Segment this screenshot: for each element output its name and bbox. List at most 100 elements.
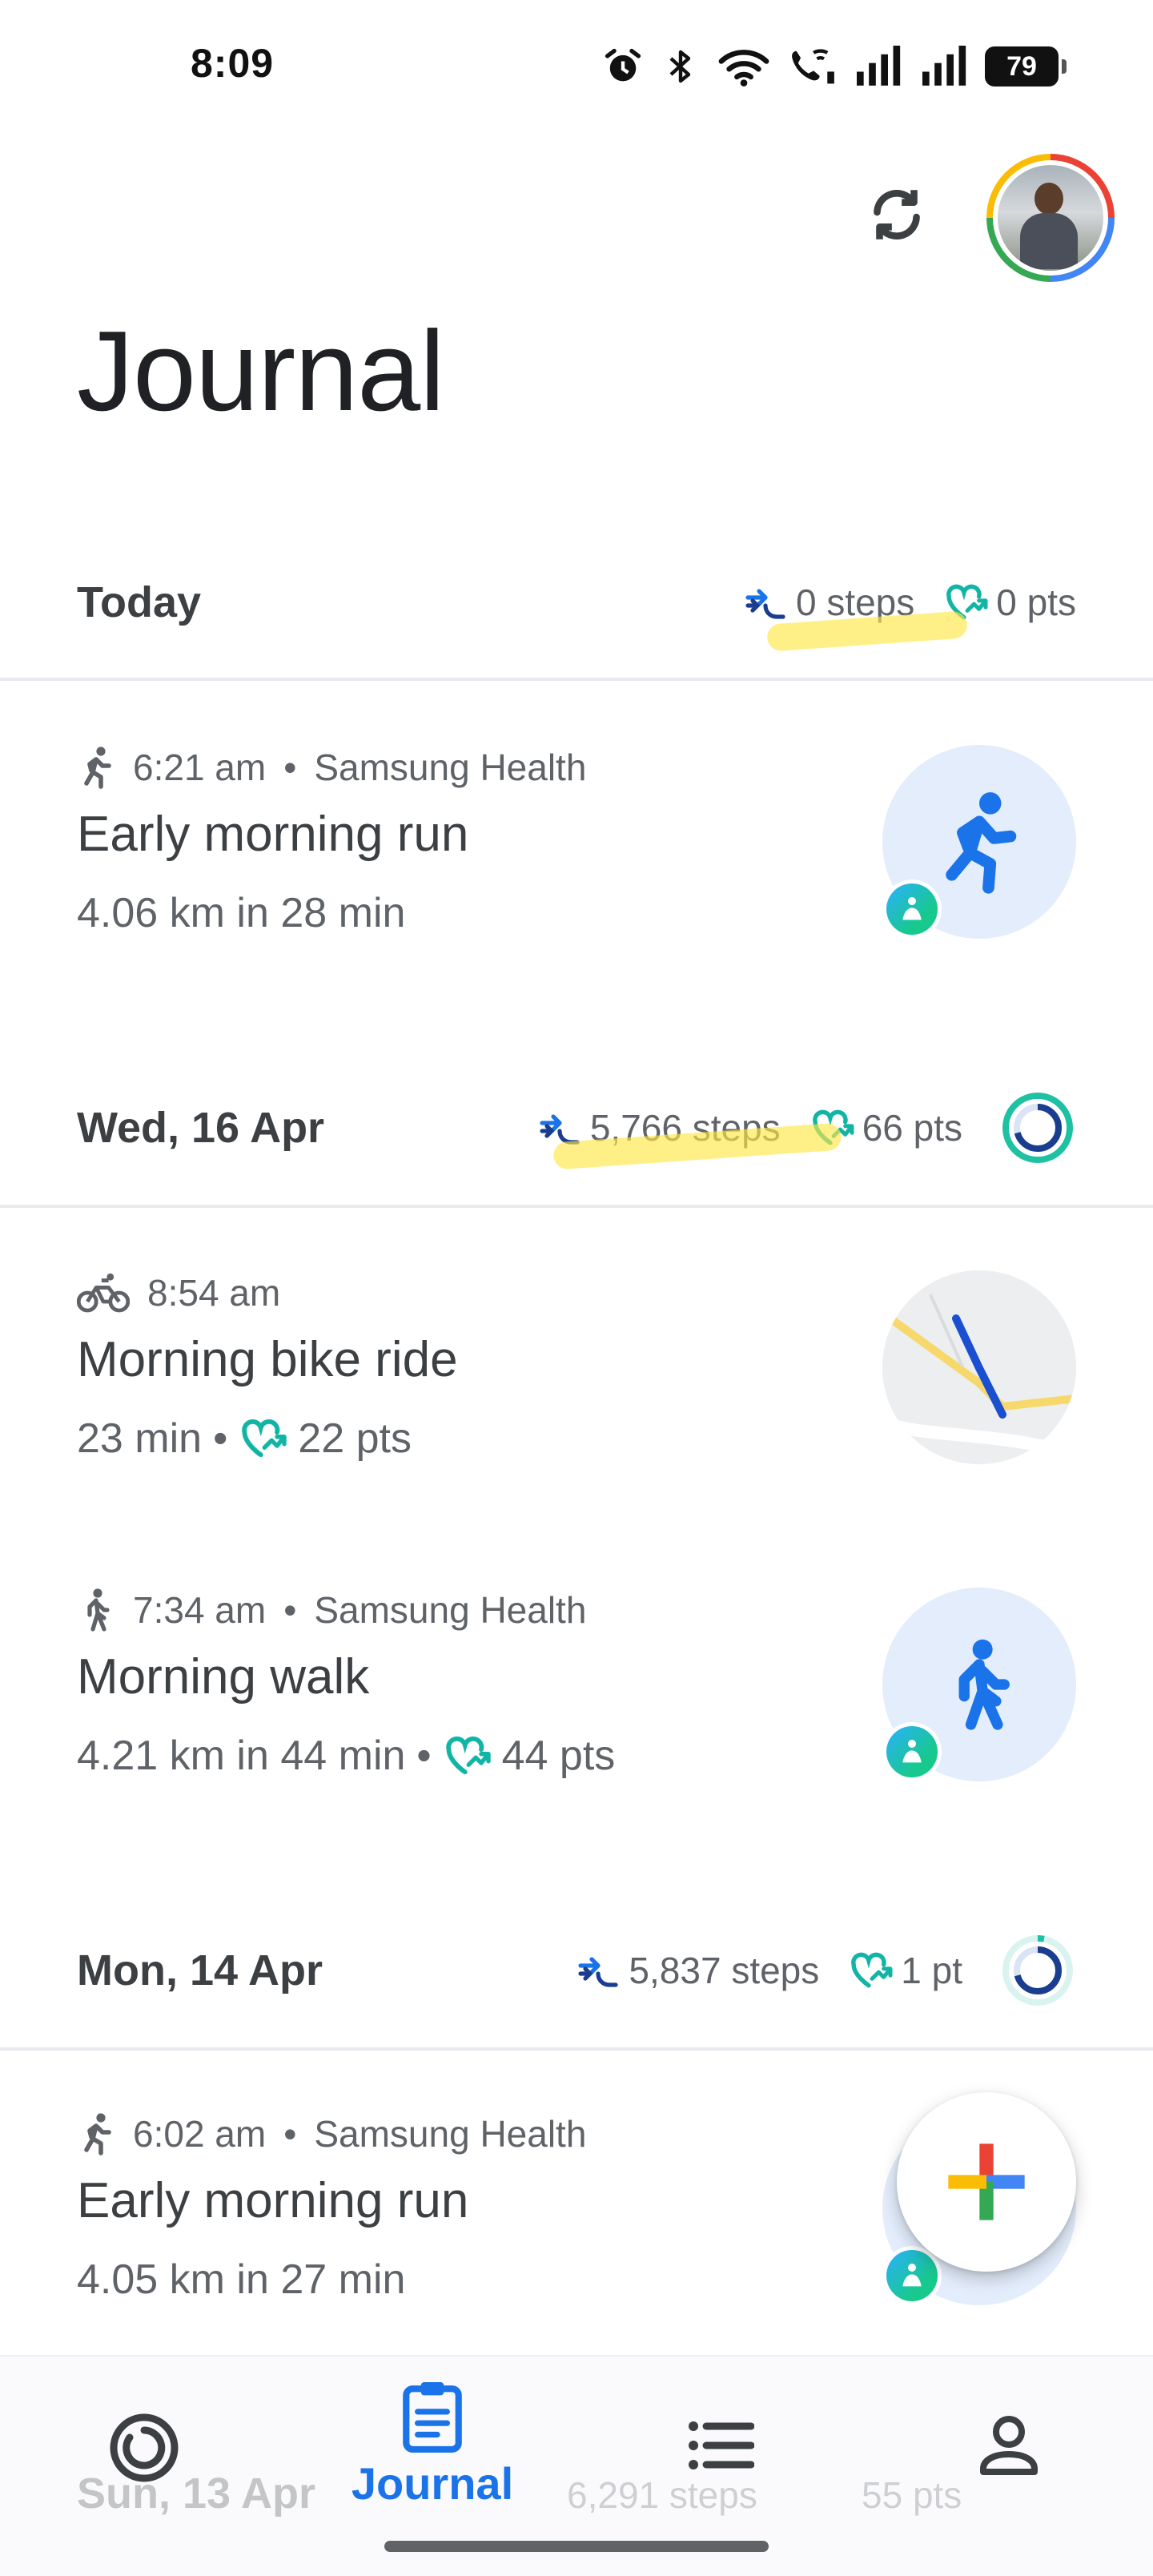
day-stats: 5,837 steps 1 pt: [576, 1932, 1076, 2009]
sync-button[interactable]: [857, 175, 937, 255]
run-icon: [84, 2113, 111, 2155]
status-time: 8:09: [191, 41, 275, 86]
activity-item-morning-walk[interactable]: 7:34 am • Samsung Health Morning walk 4.…: [0, 1588, 1153, 1892]
activity-detail: 23 min • 22 pts: [77, 1415, 412, 1463]
activity-thumbnail: [882, 1588, 1076, 1781]
activity-meta: 8:54 am: [77, 1270, 280, 1315]
gesture-home-bar[interactable]: [384, 2541, 769, 2552]
battery-indicator: 79: [985, 46, 1067, 87]
points-count: 0 pts: [996, 582, 1076, 623]
day-header-mon-14-apr: Mon, 14 Apr 5,837 steps 1 pt: [0, 1906, 1153, 2035]
activity-detail: 4.05 km in 27 min: [77, 2256, 405, 2304]
separator: •: [283, 747, 297, 788]
sync-icon: [874, 190, 920, 239]
activity-time: 8:54 am: [147, 1272, 281, 1314]
divider: [0, 2047, 1153, 2051]
steps-icon: [578, 1957, 619, 1987]
nav-browse[interactable]: [609, 2381, 833, 2533]
wifi-icon: [718, 50, 769, 87]
person-icon: [980, 2416, 1038, 2475]
home-ring-icon: [110, 2413, 179, 2482]
day-label: Wed, 16 Apr: [77, 1104, 325, 1152]
day-header-today: Today 0 steps 0 pts: [0, 538, 1153, 666]
heart-points-icon: [851, 1952, 893, 1988]
day-stats: 5,766 steps 66 pts: [537, 1089, 1076, 1170]
points-count: 1 pt: [901, 1950, 962, 1991]
activity-title: Early morning run: [77, 2173, 469, 2228]
day-stats: 0 steps 0 pts: [743, 581, 1076, 652]
activity-time: 6:02 am: [133, 2113, 267, 2155]
nav-journal[interactable]: Journal: [320, 2381, 544, 2533]
steps-stat: 5,837 steps: [576, 1949, 819, 1992]
status-icons: 79: [602, 40, 1067, 93]
nav-home[interactable]: [32, 2381, 256, 2533]
walk-icon: [87, 1588, 110, 1632]
run-icon: [946, 792, 1017, 894]
signal-icon-2: [922, 46, 966, 86]
profile-avatar[interactable]: [986, 154, 1115, 282]
heart-points-icon: [242, 1419, 287, 1458]
samsung-health-badge: [882, 879, 942, 939]
activity-source: Samsung Health: [314, 2113, 587, 2155]
run-icon: [84, 747, 111, 789]
activity-meta: 7:34 am • Samsung Health: [77, 1588, 586, 1632]
divider: [0, 1205, 1153, 1208]
samsung-health-icon: [902, 2264, 922, 2287]
bike-icon: [77, 1273, 130, 1313]
wifi-calling-icon: [792, 49, 834, 84]
activity-detail-text: 4.05 km in 27 min: [77, 2256, 406, 2303]
activity-detail-text: 4.06 km in 28 min: [77, 890, 406, 936]
points-stat: 1 pt: [848, 1949, 962, 1992]
goal-ring: [1002, 1935, 1073, 2006]
samsung-health-icon: [902, 1740, 922, 1763]
samsung-health-badge: [882, 2246, 942, 2305]
activity-duration: 23 min: [77, 1415, 203, 1462]
journal-icon: [403, 2382, 462, 2453]
nav-profile[interactable]: [897, 2381, 1121, 2533]
signal-icon-1: [857, 46, 901, 86]
plus-icon: [948, 2143, 1025, 2220]
steps-count: 5,837 steps: [629, 1950, 820, 1991]
activity-meta: 6:21 am • Samsung Health: [77, 745, 586, 790]
separator: •: [213, 1415, 228, 1462]
activity-time: 7:34 am: [133, 1589, 267, 1631]
activity-title: Early morning run: [77, 807, 469, 862]
route-map-thumbnail: [882, 1270, 1076, 1464]
activity-meta: 6:02 am • Samsung Health: [77, 2111, 586, 2156]
day-header-wed-16-apr: Wed, 16 Apr 5,766 steps 66 pts: [0, 1064, 1153, 1192]
samsung-health-icon: [902, 897, 922, 920]
points-count: 66 pts: [862, 1107, 962, 1149]
activity-points: 44 pts: [501, 1733, 616, 1779]
samsung-health-badge: [882, 1722, 942, 1781]
activity-item-early-morning-run[interactable]: 6:21 am • Samsung Health Early morning r…: [0, 745, 1153, 1049]
divider: [0, 678, 1153, 681]
activity-time: 6:21 am: [133, 747, 267, 788]
steps-icon: [745, 589, 785, 619]
activity-detail-text: 4.21 km in 44 min: [77, 1733, 406, 1779]
day-label: Mon, 14 Apr: [77, 1946, 323, 1994]
activity-source: Samsung Health: [314, 747, 587, 788]
activity-points: 22 pts: [298, 1415, 412, 1462]
activity-title: Morning bike ride: [77, 1332, 458, 1387]
heart-points-icon: [445, 1736, 491, 1775]
route-map: [882, 1270, 1076, 1464]
separator: •: [283, 2113, 297, 2155]
bluetooth-icon: [669, 50, 691, 83]
activity-source: Samsung Health: [314, 1589, 587, 1631]
separator: •: [416, 1733, 432, 1779]
walk-icon: [958, 1639, 1010, 1730]
activity-title: Morning walk: [77, 1649, 370, 1705]
nav-journal-label: Journal: [351, 2458, 514, 2509]
separator: •: [283, 1589, 297, 1631]
day-label: Today: [77, 578, 202, 626]
list-icon: [689, 2421, 754, 2469]
add-activity-button[interactable]: [897, 2092, 1076, 2272]
activity-detail: 4.21 km in 44 min • 44 pts: [77, 1732, 615, 1780]
avatar-frame: [993, 160, 1108, 276]
activity-detail: 4.06 km in 28 min: [77, 889, 405, 937]
activity-item-morning-bike-ride[interactable]: 8:54 am Morning bike ride 23 min • 22 pt…: [0, 1270, 1153, 1575]
battery-level: 79: [1006, 50, 1037, 82]
avatar-photo: [998, 165, 1103, 271]
goal-ring: [1002, 1093, 1073, 1163]
activity-thumbnail: [882, 745, 1076, 939]
